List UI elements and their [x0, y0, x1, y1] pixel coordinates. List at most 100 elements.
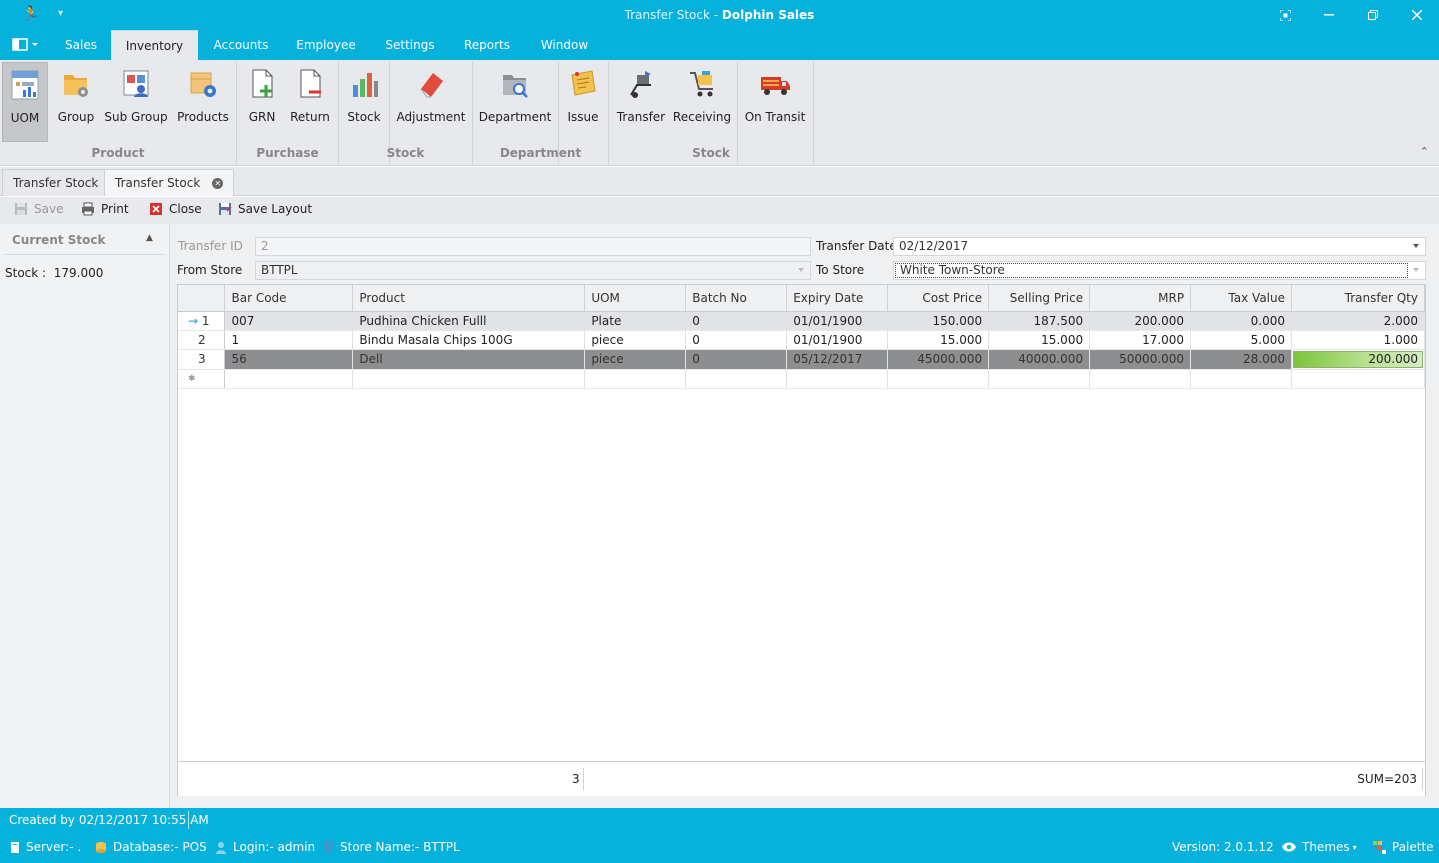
- menu-sales[interactable]: Sales: [51, 30, 111, 60]
- ribbon-department-button[interactable]: Department: [478, 62, 552, 142]
- transfer-qty-editor[interactable]: 200.000: [1293, 350, 1423, 368]
- cell-selling-price[interactable]: 40000.000: [988, 349, 1091, 370]
- row-indicator[interactable]: → 1: [178, 311, 226, 331]
- cell-cost-price[interactable]: 150.000: [887, 311, 990, 331]
- ribbon-collapse-icon[interactable]: ⌃: [1420, 145, 1429, 158]
- restore-button[interactable]: [1351, 0, 1395, 30]
- col-tax-value[interactable]: Tax Value: [1190, 285, 1292, 312]
- cell-batch-no[interactable]: 0: [685, 330, 788, 350]
- ribbon-return-button[interactable]: Return: [286, 62, 334, 142]
- to-store-select[interactable]: White Town-Store: [893, 261, 1426, 280]
- cell-selling-price[interactable]: 15.000: [988, 330, 1091, 350]
- cell-product[interactable]: Pudhina Chicken Fulll: [352, 311, 586, 331]
- from-store-select[interactable]: BTTPL: [255, 261, 811, 280]
- col-batch-no[interactable]: Batch No: [685, 285, 788, 312]
- themes-button[interactable]: Themes ▾: [1282, 840, 1357, 854]
- cell-bar-code[interactable]: 007: [224, 311, 354, 331]
- print-button[interactable]: Print: [81, 202, 129, 216]
- new-cell[interactable]: [988, 369, 1091, 389]
- cell-bar-code[interactable]: 1: [224, 330, 354, 350]
- cell-mrp[interactable]: 17.000: [1089, 330, 1192, 350]
- cell-cost-price[interactable]: 15.000: [887, 330, 990, 350]
- ribbon-uom-button[interactable]: UOM: [2, 62, 48, 142]
- ribbon-receiving-button[interactable]: Receiving: [672, 62, 732, 142]
- cell-mrp[interactable]: 50000.000: [1089, 349, 1192, 370]
- menu-accounts[interactable]: Accounts: [201, 30, 281, 60]
- col-selling-price[interactable]: Selling Price: [988, 285, 1091, 312]
- cell-tax-value[interactable]: 0.000: [1190, 311, 1292, 331]
- row-indicator[interactable]: 2: [178, 330, 226, 350]
- table-row[interactable]: 2 1 Bindu Masala Chips 100G piece 0 01/0…: [178, 330, 1425, 350]
- cell-expiry-date[interactable]: 01/01/1900: [786, 311, 889, 331]
- chevron-down-icon[interactable]: [1413, 244, 1419, 248]
- menu-window[interactable]: Window: [527, 30, 602, 60]
- save-layout-button[interactable]: Save Layout: [218, 202, 312, 216]
- table-row[interactable]: → 1 007 Pudhina Chicken Fulll Plate 0 01…: [178, 311, 1425, 331]
- cell-tax-value[interactable]: 5.000: [1190, 330, 1292, 350]
- fullscreen-button[interactable]: [1263, 0, 1307, 30]
- cell-transfer-qty[interactable]: 1.000: [1291, 330, 1425, 350]
- save-button[interactable]: Save: [14, 202, 63, 216]
- cell-expiry-date[interactable]: 01/01/1900: [786, 330, 889, 350]
- ribbon-grn-button[interactable]: GRN: [242, 62, 282, 142]
- ribbon-sub-group-button[interactable]: Sub Group: [102, 62, 170, 142]
- menu-employee[interactable]: Employee: [286, 30, 366, 60]
- chevron-down-icon[interactable]: [798, 268, 804, 272]
- col-expiry-date[interactable]: Expiry Date: [786, 285, 889, 312]
- chevron-down-icon[interactable]: [1413, 268, 1419, 272]
- tab-transfer-stock-2[interactable]: Transfer Stock ✕: [104, 169, 235, 196]
- col-mrp[interactable]: MRP: [1089, 285, 1192, 312]
- transfer-id-field[interactable]: 2: [255, 237, 811, 256]
- cell-product[interactable]: Dell: [352, 349, 586, 370]
- new-cell[interactable]: [584, 369, 687, 389]
- new-cell[interactable]: [224, 369, 354, 389]
- new-cell[interactable]: [685, 369, 788, 389]
- col-uom[interactable]: UOM: [584, 285, 687, 312]
- cell-uom[interactable]: piece: [584, 330, 687, 350]
- app-menu-icon[interactable]: [12, 38, 40, 52]
- col-cost-price[interactable]: Cost Price: [887, 285, 990, 312]
- transfer-date-picker[interactable]: 02/12/2017: [893, 237, 1426, 256]
- collapse-panel-icon[interactable]: ▲: [146, 233, 153, 243]
- cell-batch-no[interactable]: 0: [685, 349, 788, 370]
- cell-transfer-qty[interactable]: 2.000: [1291, 311, 1425, 331]
- col-transfer-qty[interactable]: Transfer Qty: [1291, 285, 1425, 312]
- minimize-button[interactable]: [1307, 0, 1351, 30]
- new-cell[interactable]: [786, 369, 889, 389]
- cell-cost-price[interactable]: 45000.000: [887, 349, 990, 370]
- cell-product[interactable]: Bindu Masala Chips 100G: [352, 330, 586, 350]
- tab-close-icon[interactable]: ✕: [212, 178, 224, 189]
- cell-uom[interactable]: Plate: [584, 311, 687, 331]
- new-cell[interactable]: [887, 369, 990, 389]
- cell-mrp[interactable]: 200.000: [1089, 311, 1192, 331]
- close-button[interactable]: [1395, 0, 1439, 30]
- new-cell[interactable]: [352, 369, 586, 389]
- col-product[interactable]: Product: [352, 285, 586, 312]
- menu-settings[interactable]: Settings: [373, 30, 447, 60]
- ribbon-products-button[interactable]: Products: [174, 62, 232, 142]
- new-cell[interactable]: [1291, 369, 1425, 389]
- new-cell[interactable]: [1190, 369, 1292, 389]
- palette-button[interactable]: Palette: [1373, 840, 1434, 854]
- cell-selling-price[interactable]: 187.500: [988, 311, 1091, 331]
- cell-tax-value[interactable]: 28.000: [1190, 349, 1292, 370]
- ribbon-on-transit-button[interactable]: On Transit: [742, 62, 808, 142]
- new-cell[interactable]: [1089, 369, 1192, 389]
- table-row-selected[interactable]: 3 56 Dell piece 0 05/12/2017 45000.000 4…: [178, 349, 1425, 370]
- ribbon-group-button[interactable]: Group: [54, 62, 98, 142]
- menu-reports[interactable]: Reports: [452, 30, 522, 60]
- tab-transfer-stock-1[interactable]: Transfer Stock: [2, 169, 110, 196]
- ribbon-issue-button[interactable]: Issue: [562, 62, 604, 142]
- cell-batch-no[interactable]: 0: [685, 311, 788, 331]
- ribbon-transfer-button[interactable]: Transfer: [614, 62, 668, 142]
- cell-transfer-qty-editing[interactable]: 200.000: [1291, 349, 1425, 370]
- menu-inventory[interactable]: Inventory: [111, 30, 198, 60]
- col-bar-code[interactable]: Bar Code: [224, 285, 354, 312]
- new-row[interactable]: ✱: [178, 369, 1425, 389]
- ribbon-adjustment-button[interactable]: Adjustment: [394, 62, 468, 142]
- row-indicator[interactable]: 3: [178, 349, 226, 370]
- close-form-button[interactable]: Close: [149, 202, 202, 216]
- cell-expiry-date[interactable]: 05/12/2017: [786, 349, 889, 370]
- ribbon-stock-button[interactable]: Stock: [342, 62, 386, 142]
- cell-uom[interactable]: piece: [584, 349, 687, 370]
